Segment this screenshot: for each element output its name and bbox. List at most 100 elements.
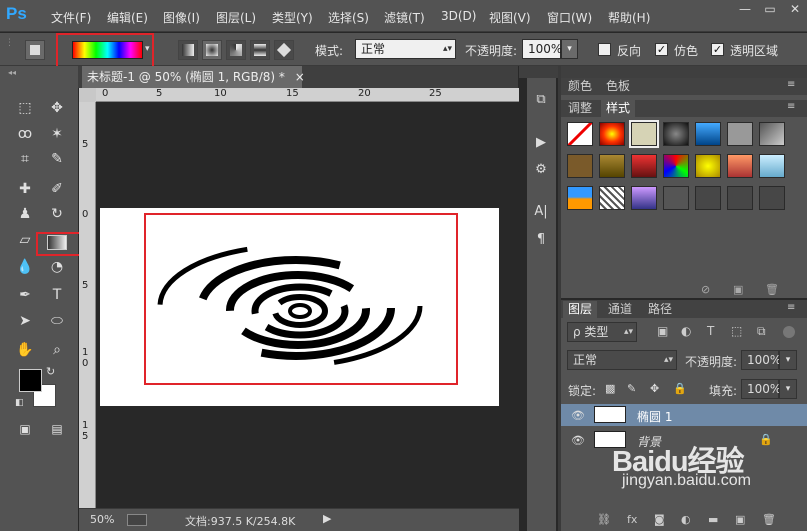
menu-type[interactable]: 类型(Y) xyxy=(272,9,313,26)
menu-image[interactable]: 图像(I) xyxy=(163,9,200,26)
style-swatch[interactable] xyxy=(759,154,785,178)
layer-opacity-input[interactable]: 100% xyxy=(741,350,781,370)
menu-file[interactable]: 文件(F) xyxy=(51,9,91,26)
eyedropper-tool-icon[interactable]: ✎ xyxy=(44,148,70,170)
mode-select[interactable]: 正常 ▴▾ xyxy=(355,39,456,59)
layer-opacity-dropdown-icon[interactable]: ▾ xyxy=(779,350,797,370)
move-tool-icon[interactable]: ✥ xyxy=(44,97,70,119)
transparency-checkbox[interactable]: ✓ xyxy=(711,43,724,56)
layer-row[interactable]: 👁 椭圆 1 xyxy=(561,404,807,426)
screen-mode-icon[interactable]: ▤ xyxy=(44,418,70,440)
lock-position-icon[interactable]: ✥ xyxy=(650,382,659,395)
layer-style-icon[interactable]: fx xyxy=(627,513,637,526)
layer-name[interactable]: 椭圆 1 xyxy=(637,408,672,425)
style-swatch[interactable] xyxy=(727,122,753,146)
panel-menu-icon[interactable]: ≡ xyxy=(787,302,795,313)
filter-type-icon[interactable]: T xyxy=(707,324,714,338)
tool-preset-picker[interactable] xyxy=(25,40,45,60)
filter-adjustment-icon[interactable]: ◐ xyxy=(681,324,691,338)
pen-tool-icon[interactable]: ✒ xyxy=(12,284,38,306)
style-swatch[interactable] xyxy=(695,122,721,146)
tab-paths[interactable]: 路径 xyxy=(643,301,677,318)
reflected-gradient-button[interactable] xyxy=(250,40,270,60)
gradient-tool-icon[interactable] xyxy=(47,235,67,250)
linear-gradient-button[interactable] xyxy=(178,40,198,60)
filter-smart-icon[interactable]: ⧉ xyxy=(757,324,766,339)
style-swatch[interactable] xyxy=(663,154,689,178)
fill-input[interactable]: 100% xyxy=(741,379,781,399)
menu-window[interactable]: 窗口(W) xyxy=(547,9,592,26)
clear-style-icon[interactable]: ⊘ xyxy=(701,283,710,296)
radial-gradient-button[interactable] xyxy=(202,40,222,60)
stamp-tool-icon[interactable]: ♟ xyxy=(12,203,38,225)
gradient-dropdown-icon[interactable]: ▾ xyxy=(145,44,150,54)
style-swatch[interactable] xyxy=(567,122,593,146)
style-swatch[interactable] xyxy=(727,186,753,210)
blur-tool-icon[interactable]: 💧 xyxy=(12,256,38,278)
new-group-icon[interactable]: ▬ xyxy=(708,513,718,526)
gradient-picker[interactable] xyxy=(72,41,143,59)
standard-mode-icon[interactable]: ▣ xyxy=(12,418,38,440)
history-brush-tool-icon[interactable]: ↻ xyxy=(44,203,70,225)
type-tool-icon[interactable]: T xyxy=(44,284,70,306)
style-swatch[interactable] xyxy=(663,122,689,146)
menu-view[interactable]: 视图(V) xyxy=(489,9,531,26)
close-window-button[interactable]: ✕ xyxy=(783,0,807,18)
style-swatch[interactable] xyxy=(599,122,625,146)
style-swatch[interactable] xyxy=(631,154,657,178)
layer-mask-icon[interactable]: ◙ xyxy=(654,513,665,526)
style-swatch[interactable] xyxy=(759,122,785,146)
tab-swatches[interactable]: 色板 xyxy=(601,78,635,95)
dither-checkbox[interactable]: ✓ xyxy=(655,43,668,56)
foreground-color-swatch[interactable] xyxy=(19,369,42,392)
brush-tool-icon[interactable]: ✐ xyxy=(44,178,70,200)
fill-dropdown-icon[interactable]: ▾ xyxy=(779,379,797,399)
menu-help[interactable]: 帮助(H) xyxy=(608,9,650,26)
filter-shape-icon[interactable]: ⬚ xyxy=(731,324,742,338)
document-tab[interactable]: 未标题-1 @ 50% (椭圆 1, RGB/8) * × xyxy=(82,66,305,88)
style-swatch[interactable] xyxy=(695,186,721,210)
hand-tool-icon[interactable]: ✋ xyxy=(12,339,38,361)
style-swatch[interactable] xyxy=(759,186,785,210)
history-panel-icon[interactable]: ⧉ xyxy=(531,90,551,110)
new-layer-icon[interactable]: ▣ xyxy=(735,513,745,526)
close-tab-icon[interactable]: × xyxy=(295,70,305,84)
zoom-tool-icon[interactable]: ⌕ xyxy=(44,339,70,361)
status-menu-arrow-icon[interactable]: ▶ xyxy=(323,512,331,525)
magic-wand-tool-icon[interactable]: ✶ xyxy=(44,123,70,145)
filter-toggle-icon[interactable] xyxy=(783,326,795,338)
swap-colors-icon[interactable]: ↻ xyxy=(46,365,55,378)
tab-layers[interactable]: 图层 xyxy=(563,301,598,318)
delete-layer-icon[interactable]: 🗑 xyxy=(762,513,776,526)
crop-tool-icon[interactable]: ⌗ xyxy=(12,148,38,170)
menu-3d[interactable]: 3D(D) xyxy=(441,9,476,23)
actions-panel-icon[interactable]: ▶ xyxy=(531,133,551,153)
style-swatch[interactable] xyxy=(599,186,625,210)
reverse-checkbox[interactable] xyxy=(598,43,611,56)
style-swatch[interactable] xyxy=(663,186,689,210)
style-swatch[interactable] xyxy=(631,186,657,210)
zoom-level[interactable]: 50% xyxy=(90,513,114,526)
style-swatch[interactable] xyxy=(567,154,593,178)
menu-edit[interactable]: 编辑(E) xyxy=(107,9,148,26)
style-swatch[interactable] xyxy=(567,186,593,210)
eraser-tool-icon[interactable]: ▱ xyxy=(12,229,38,251)
tab-color[interactable]: 颜色 xyxy=(563,78,597,95)
paragraph-panel-icon[interactable]: ¶ xyxy=(531,230,551,250)
angle-gradient-button[interactable] xyxy=(226,40,246,60)
style-swatch[interactable] xyxy=(629,120,659,148)
visibility-eye-icon[interactable]: 👁 xyxy=(571,434,585,447)
style-swatch[interactable] xyxy=(695,154,721,178)
properties-panel-icon[interactable]: ⚙ xyxy=(531,160,551,180)
tab-channels[interactable]: 通道 xyxy=(603,301,637,318)
collapse-toolbox-icon[interactable]: ◂◂ xyxy=(8,68,16,77)
marquee-tool-icon[interactable]: ⬚ xyxy=(12,97,38,119)
lock-transparent-icon[interactable]: ▩ xyxy=(605,382,615,395)
opacity-input[interactable]: 100% xyxy=(522,39,562,59)
restore-button[interactable]: ▭ xyxy=(758,0,782,18)
healing-brush-tool-icon[interactable]: ✚ xyxy=(12,178,38,200)
path-selection-tool-icon[interactable]: ➤ xyxy=(12,310,38,332)
link-layers-icon[interactable]: ⛓ xyxy=(597,513,611,526)
character-panel-icon[interactable]: A| xyxy=(531,202,551,222)
dodge-tool-icon[interactable]: ◔ xyxy=(44,256,70,278)
